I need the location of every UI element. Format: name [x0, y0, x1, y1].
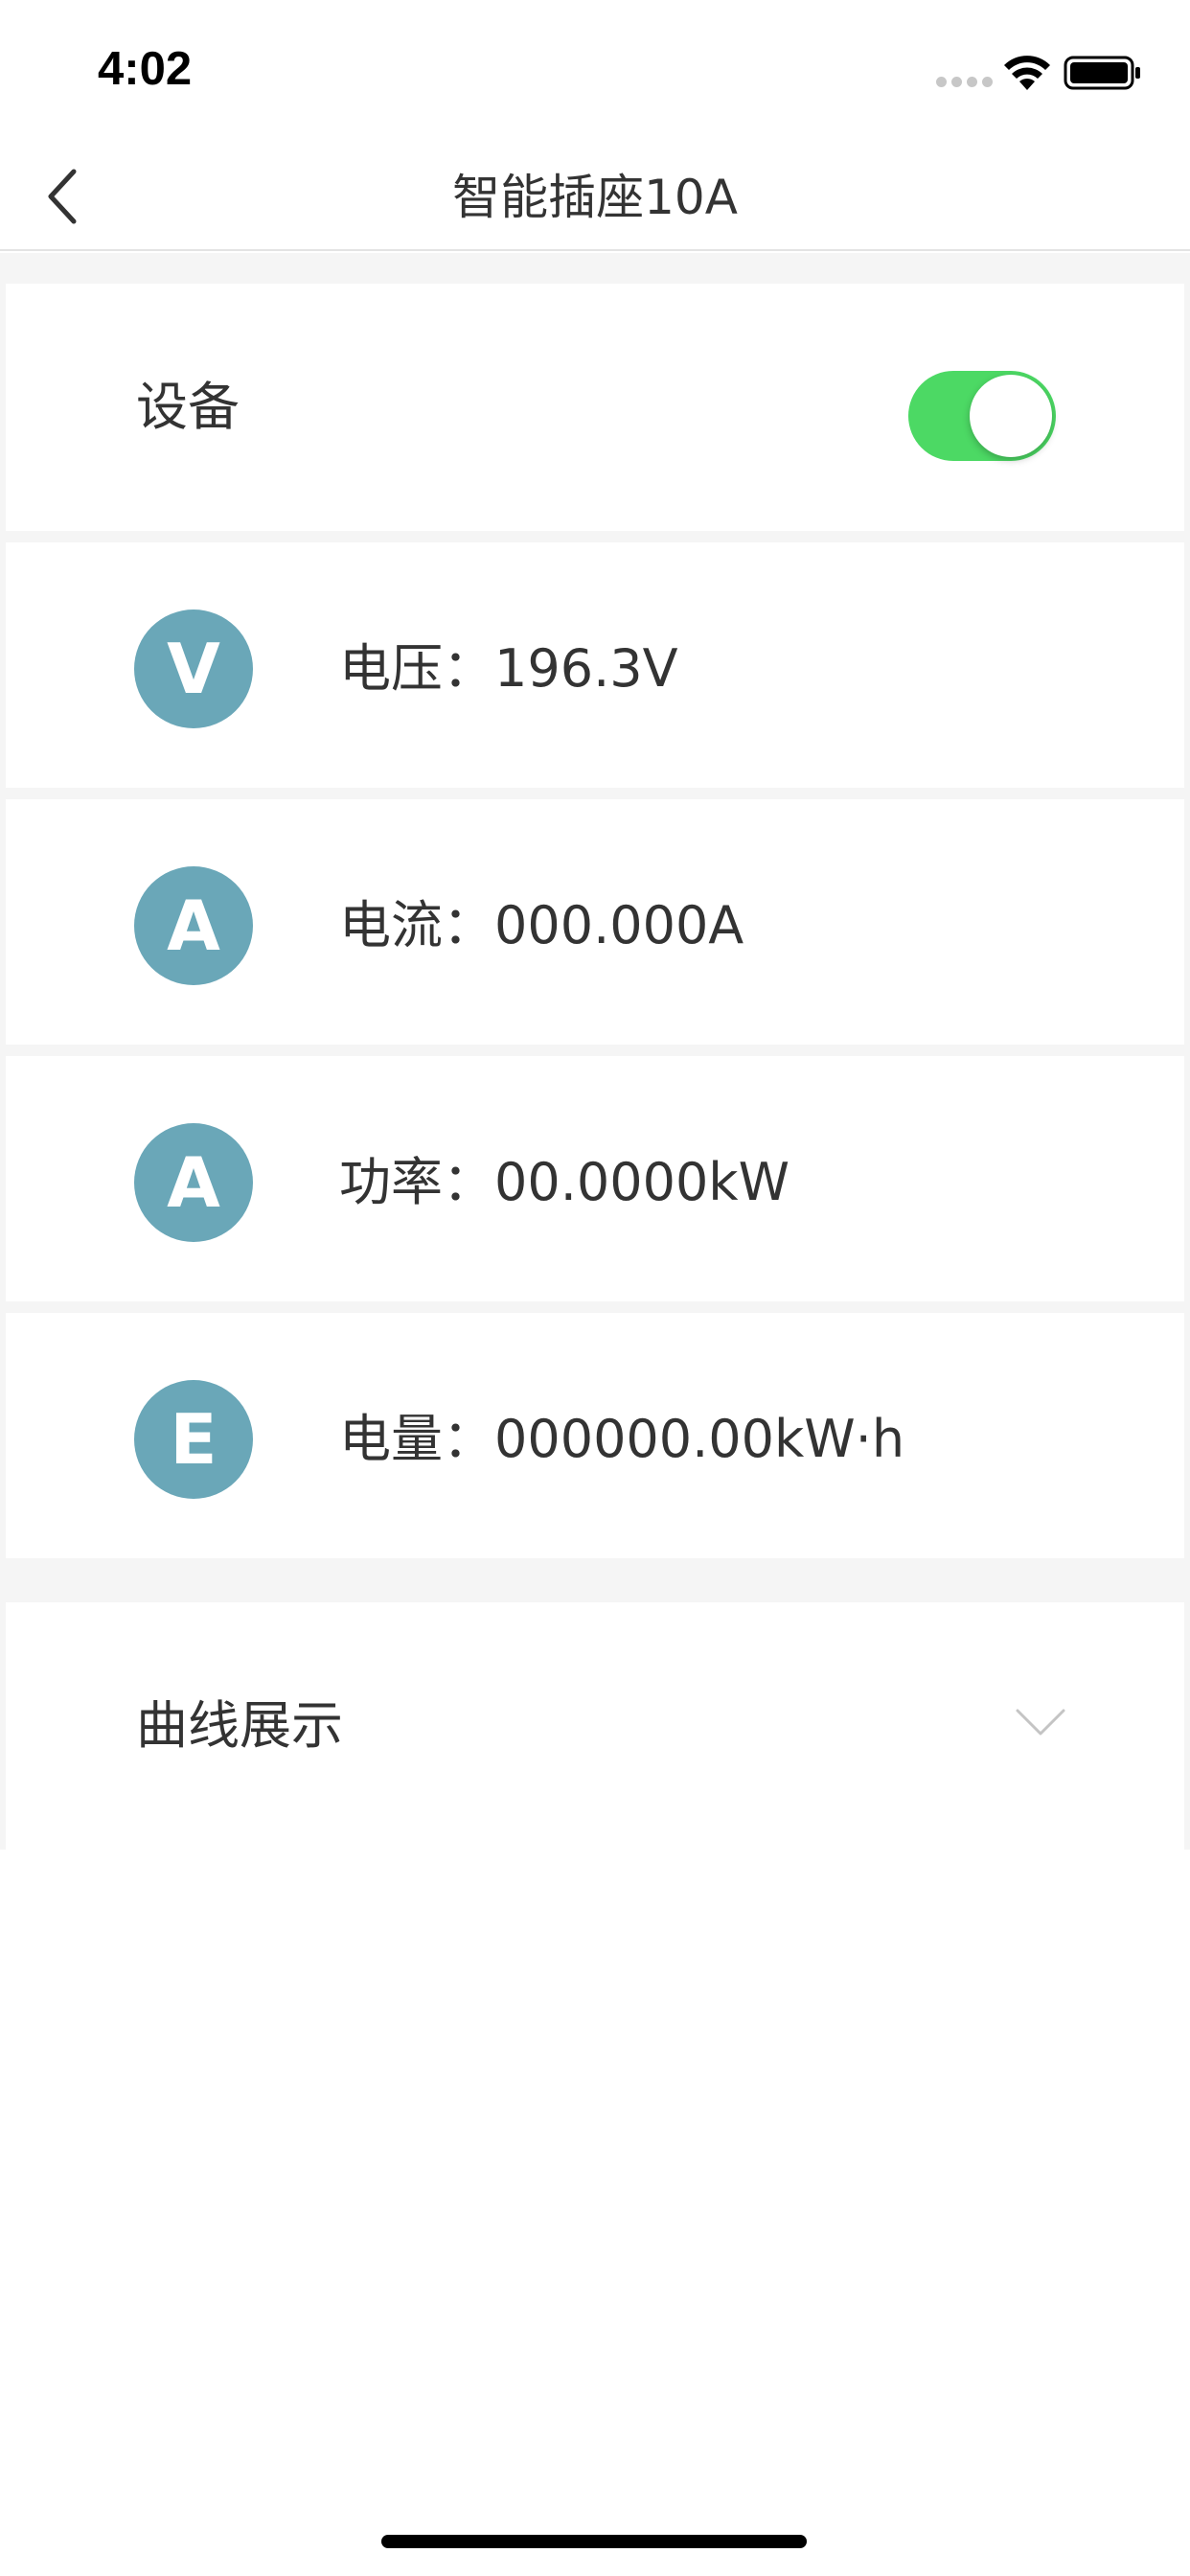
current-label: 电流：: [339, 895, 494, 955]
metric-card-current: A 电流：000.000A: [6, 799, 1184, 1045]
content-area: 设备 V 电压：196.3V A 电流：000.000A A 功率：00.000…: [0, 253, 1190, 1873]
toggle-knob: [970, 375, 1052, 457]
chevron-down-icon: [1016, 1709, 1065, 1736]
power-reading: 功率：00.0000kW: [339, 1148, 790, 1217]
metric-card-power: A 功率：00.0000kW: [6, 1056, 1184, 1301]
wifi-icon: [1004, 56, 1050, 90]
curve-display-row[interactable]: 曲线展示: [6, 1602, 1184, 1850]
energy-label: 电量：: [339, 1409, 494, 1469]
battery-icon: [1064, 56, 1140, 90]
device-card: 设备: [6, 284, 1184, 531]
power-icon: A: [134, 1123, 253, 1242]
voltage-reading: 电压：196.3V: [339, 634, 678, 703]
device-label: 设备: [136, 377, 240, 437]
status-bar: 4:02: [0, 0, 1190, 144]
current-icon: A: [134, 866, 253, 985]
nav-bar: 智能插座10A: [0, 144, 1190, 251]
current-value: 000.000A: [494, 895, 744, 955]
status-time: 4:02: [98, 43, 193, 95]
home-indicator[interactable]: [381, 2535, 807, 2548]
energy-icon: E: [134, 1380, 253, 1499]
screen: 4:02 智能插座10A 设备 V 电压：196.3V A 电流：000.000…: [0, 0, 1190, 2576]
power-label: 功率：: [339, 1152, 494, 1212]
energy-value: 000000.00kW·h: [494, 1409, 905, 1469]
metric-card-voltage: V 电压：196.3V: [6, 542, 1184, 788]
page-title: 智能插座10A: [452, 170, 738, 225]
metric-card-energy: E 电量：000000.00kW·h: [6, 1313, 1184, 1558]
energy-reading: 电量：000000.00kW·h: [339, 1405, 904, 1474]
device-power-toggle[interactable]: [908, 371, 1056, 461]
cellular-signal-icon: [936, 77, 993, 87]
voltage-icon: V: [134, 610, 253, 728]
power-value: 00.0000kW: [494, 1152, 790, 1212]
voltage-label: 电压：: [339, 638, 494, 699]
current-reading: 电流：000.000A: [339, 891, 744, 960]
curve-display-label: 曲线展示: [136, 1695, 343, 1756]
empty-area: [0, 1850, 1190, 2576]
voltage-value: 196.3V: [494, 638, 678, 699]
